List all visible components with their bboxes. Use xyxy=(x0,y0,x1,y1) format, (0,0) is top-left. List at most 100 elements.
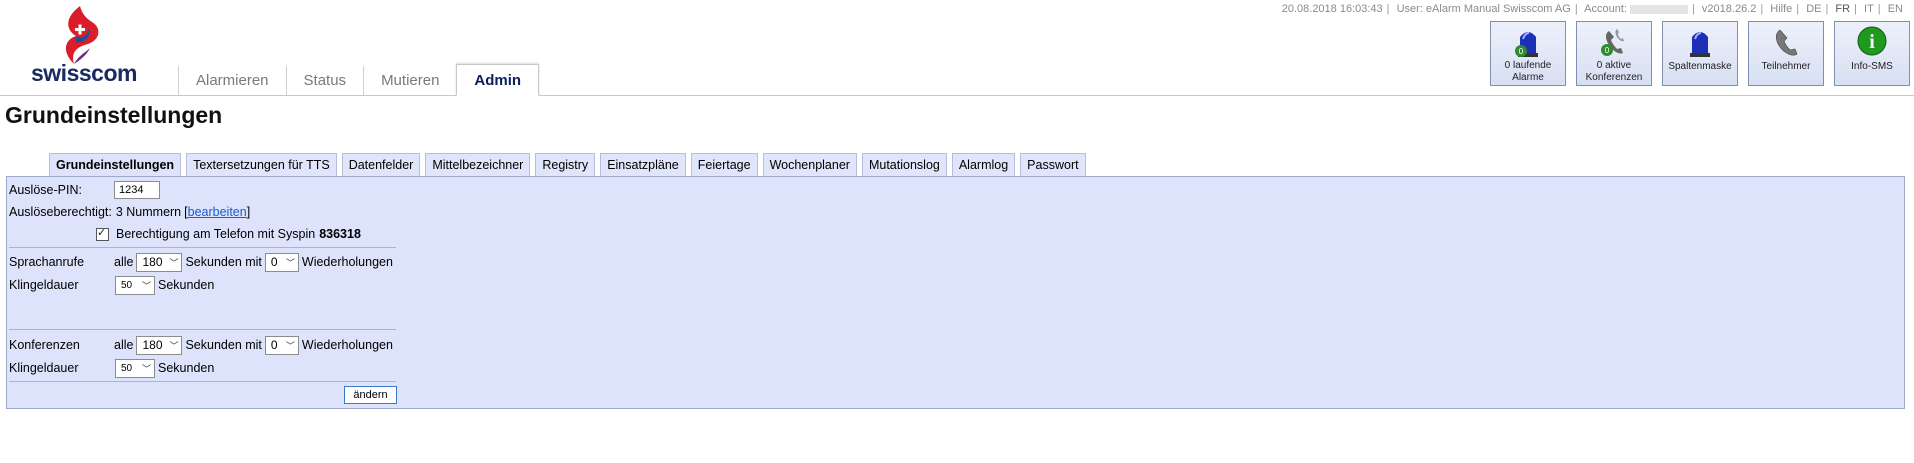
subtab-mutationslog[interactable]: Mutationslog xyxy=(861,153,947,176)
ring-duration-unit: Sekunden xyxy=(158,361,215,375)
conference-repeats-select[interactable]: 0 ﹀ xyxy=(264,335,299,355)
voice-interval-value: 180 xyxy=(142,255,163,269)
voice-repeats-label: Wiederholungen xyxy=(301,255,393,269)
subtab-alarmlog[interactable]: Alarmlog xyxy=(951,153,1016,176)
ring-duration-row-2: Klingeldauer 50 ﹀ Sekunden xyxy=(9,358,214,378)
lang-it[interactable]: IT xyxy=(1864,3,1874,15)
chevron-down-icon: ﹀ xyxy=(141,280,151,291)
conference-phone-icon: 0 xyxy=(1601,29,1624,56)
tile-label: 0 aktive Konferenzen xyxy=(1577,60,1651,84)
voice-interval-select[interactable]: 180 ﹀ xyxy=(136,252,183,272)
voice-calls-label: Sprachanrufe xyxy=(9,255,85,269)
divider xyxy=(9,247,396,248)
subtab-einsatzplaene[interactable]: Einsatzpläne xyxy=(600,153,686,176)
conference-seconds-with: Sekunden mit xyxy=(185,338,262,352)
voice-calls-row: Sprachanrufe alle 180 ﹀ Sekunden mit 0 ﹀ W… xyxy=(9,252,393,272)
voice-seconds-with: Sekunden mit xyxy=(185,255,262,269)
settings-subtabs: Grundeinstellungen Textersetzungen für T… xyxy=(49,153,1086,178)
subtab-passwort[interactable]: Passwort xyxy=(1020,153,1086,176)
lang-de[interactable]: DE xyxy=(1806,3,1821,15)
tab-admin[interactable]: Admin xyxy=(456,64,540,96)
quick-access-tiles: 0 0 laufende Alarme 0 0 aktive Konferenz… xyxy=(1490,21,1910,86)
chevron-down-icon: ﹀ xyxy=(169,257,179,268)
datetime: 20.08.2018 16:03:43 xyxy=(1281,3,1383,15)
ring-duration-unit: Sekunden xyxy=(158,278,215,292)
siren-icon: 0 xyxy=(1515,32,1538,57)
tile-label: Spaltenmaske xyxy=(1668,61,1732,72)
tile-label: 0 laufende Alarme xyxy=(1491,60,1565,84)
subtab-wochenplaner[interactable]: Wochenplaner xyxy=(762,153,857,176)
conferences-row: Konferenzen alle 180 ﹀ Sekunden mit 0 ﹀ Wi… xyxy=(9,335,393,355)
ring-duration-label: Klingeldauer xyxy=(9,361,79,375)
conference-repeats-label: Wiederholungen xyxy=(301,338,393,352)
tile-label: Info-SMS xyxy=(1851,61,1893,72)
info-icon: i xyxy=(1857,26,1887,56)
phone-permission-row: Berechtigung am Telefon mit Syspin 83631… xyxy=(96,224,361,244)
lang-fr[interactable]: FR xyxy=(1835,3,1850,15)
user-info: User: eAlarm Manual Swisscom AG xyxy=(1396,3,1571,15)
main-navigation: Alarmieren Status Mutieren Admin xyxy=(178,64,540,96)
participants-tile[interactable]: Teilnehmer xyxy=(1748,21,1824,86)
tile-label-line1: 0 laufende xyxy=(1504,60,1552,71)
subtab-mittelbezeichner[interactable]: Mittelbezeichner xyxy=(425,153,531,176)
alarm-count-badge: 0 xyxy=(1519,47,1524,56)
conference-count-badge: 0 xyxy=(1605,46,1610,55)
authorized-value: 3 Nummern xyxy=(115,205,182,219)
conferences-label: Konferenzen xyxy=(9,338,80,352)
page-title: Grundeinstellungen xyxy=(5,102,223,128)
trigger-pin-input[interactable]: 1234 xyxy=(114,181,160,199)
divider xyxy=(9,329,396,330)
phone-permission-label: Berechtigung am Telefon mit Syspin xyxy=(116,227,316,241)
subtab-grundeinstellungen[interactable]: Grundeinstellungen xyxy=(49,153,182,178)
subtab-textersetzungen-tts[interactable]: Textersetzungen für TTS xyxy=(186,153,337,176)
authorized-row: Auslöseberechtigt: 3 Nummern [bearbeiten… xyxy=(9,205,251,219)
tab-mutieren[interactable]: Mutieren xyxy=(363,66,456,95)
lang-en[interactable]: EN xyxy=(1888,3,1903,15)
version: v2018.26.2 xyxy=(1701,3,1757,15)
conference-interval-value: 180 xyxy=(142,338,163,352)
tile-label: Teilnehmer xyxy=(1761,61,1811,72)
settings-panel: Auslöse-PIN: 1234 Auslöseberechtigt: 3 N… xyxy=(6,176,1905,409)
syspin-value: 836318 xyxy=(319,227,361,241)
info-sms-tile[interactable]: i Info-SMS xyxy=(1834,21,1910,86)
phone-icon xyxy=(1775,29,1798,56)
tab-alarmieren[interactable]: Alarmieren xyxy=(178,66,286,95)
voice-calls-every: alle xyxy=(114,255,134,269)
help-link[interactable]: Hilfe xyxy=(1770,3,1792,15)
account-redacted xyxy=(1630,4,1688,14)
ring-duration-value: 50 xyxy=(121,279,133,291)
ring-duration-select-1[interactable]: 50 ﹀ xyxy=(115,275,155,295)
chevron-down-icon: ﹀ xyxy=(285,257,295,268)
voice-repeats-select[interactable]: 0 ﹀ xyxy=(264,252,299,272)
brand-wordmark: swisscom xyxy=(31,60,137,86)
conference-interval-select[interactable]: 180 ﹀ xyxy=(136,335,183,355)
trigger-pin-row: Auslöse-PIN: 1234 xyxy=(9,180,160,200)
tile-label-line2: Alarme xyxy=(1512,72,1544,83)
column-mask-tile[interactable]: Spaltenmaske xyxy=(1662,21,1738,86)
subtab-feiertage[interactable]: Feiertage xyxy=(690,153,758,176)
active-conferences-tile[interactable]: 0 0 aktive Konferenzen xyxy=(1576,21,1652,86)
running-alarms-tile[interactable]: 0 0 laufende Alarme xyxy=(1490,21,1566,86)
voice-repeats-value: 0 xyxy=(270,255,278,269)
header: swisscom Alarmieren Status Mutieren Admi… xyxy=(0,0,1914,96)
tab-status[interactable]: Status xyxy=(285,66,364,95)
conference-repeats-value: 0 xyxy=(270,338,278,352)
tile-label-line2: Konferenzen xyxy=(1585,72,1643,83)
tile-label-line1: 0 aktive xyxy=(1596,60,1632,71)
chevron-down-icon: ﹀ xyxy=(285,340,295,351)
chevron-down-icon: ﹀ xyxy=(141,363,151,374)
info-glyph: i xyxy=(1869,31,1875,53)
session-info-bar: 20.08.2018 16:03:43 | User: eAlarm Manual… xyxy=(1281,3,1903,15)
phone-permission-checkbox[interactable] xyxy=(96,226,109,241)
ring-duration-row-1: Klingeldauer 50 ﹀ Sekunden xyxy=(9,275,214,295)
subtab-registry[interactable]: Registry xyxy=(535,153,596,176)
edit-authorized-link[interactable]: bearbeiten xyxy=(188,205,247,219)
divider xyxy=(9,381,396,382)
save-button[interactable]: ändern xyxy=(344,386,397,404)
ring-duration-label: Klingeldauer xyxy=(9,278,79,292)
ring-duration-select-2[interactable]: 50 ﹀ xyxy=(115,358,155,378)
subtab-datenfelder[interactable]: Datenfelder xyxy=(341,153,421,176)
authorized-label: Auslöseberechtigt: xyxy=(9,205,112,219)
chevron-down-icon: ﹀ xyxy=(169,340,179,351)
siren-icon xyxy=(1690,32,1710,57)
